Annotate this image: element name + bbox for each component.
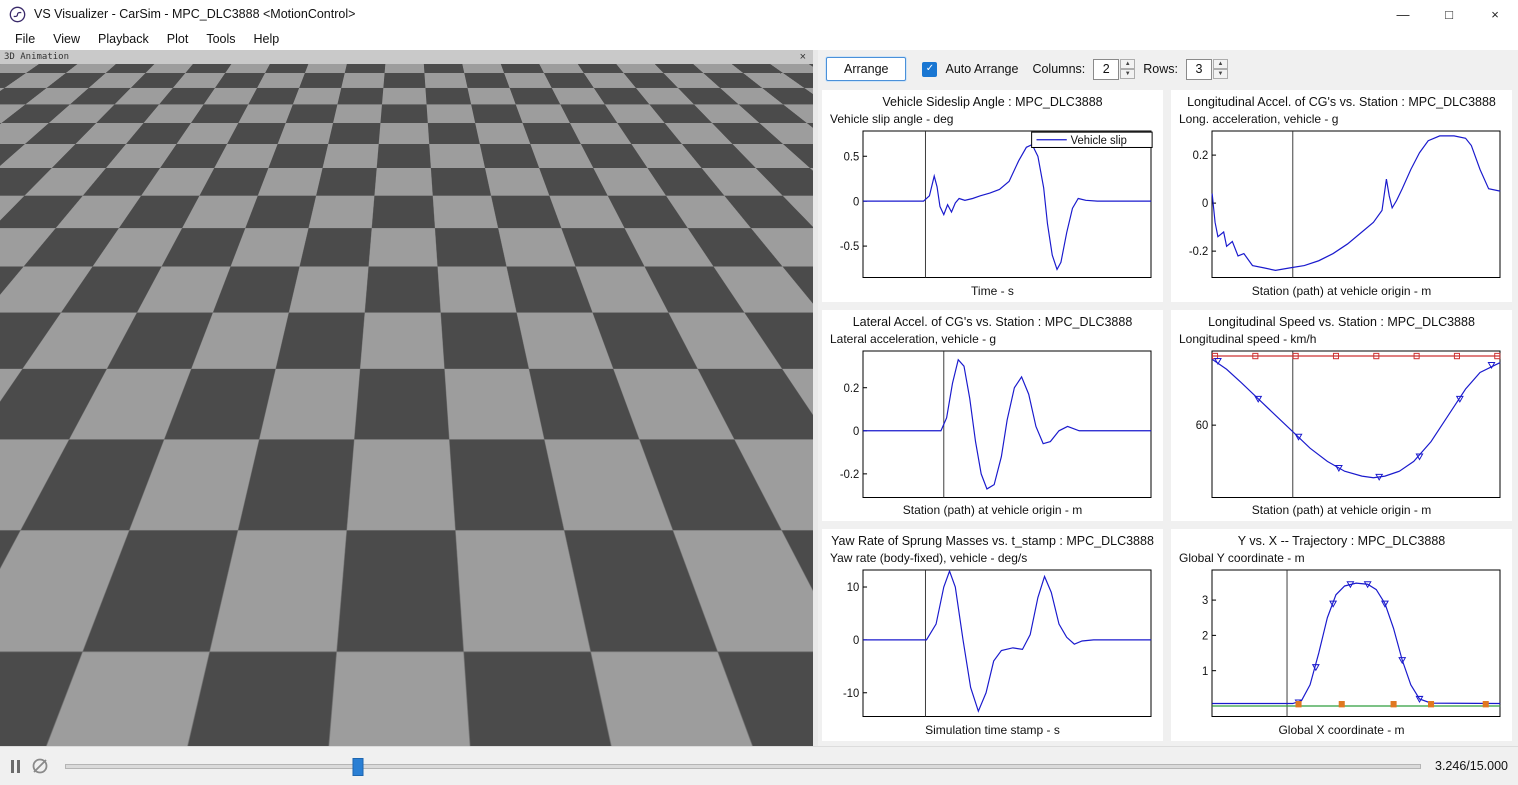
svg-text:3: 3 <box>1202 595 1208 607</box>
chart-panel: Vehicle Sideslip Angle : MPC_DLC3888 Veh… <box>822 90 1163 302</box>
chart-y-axis-title: Longitudinal speed - km/h <box>1179 331 1317 346</box>
chart-plot-area[interactable]: 0.2 0 -0.2 <box>1177 127 1506 283</box>
rows-spin-down-icon[interactable]: ▼ <box>1212 69 1228 79</box>
chart-x-axis-title: Station (path) at vehicle origin - m <box>902 503 1083 518</box>
app-logo-icon <box>9 6 26 22</box>
chart-title: Yaw Rate of Sprung Masses vs. t_stamp : … <box>831 534 1154 549</box>
repeat-off-button[interactable] <box>25 754 55 778</box>
chart-x-axis-title: Station (path) at vehicle origin - m <box>1251 283 1432 298</box>
check-icon: ✓ <box>925 63 935 74</box>
playback-bar: 3.246/15.000 <box>0 746 1518 785</box>
rows-spin-up-icon[interactable]: ▲ <box>1212 59 1228 69</box>
svg-text:0: 0 <box>1202 198 1208 210</box>
chart-x-axis-title: Global X coordinate - m <box>1278 723 1405 737</box>
repeat-off-icon <box>32 758 48 774</box>
chart-x-axis-title: Simulation time stamp - s <box>925 723 1060 737</box>
chart-plot-area[interactable]: 60 <box>1177 347 1506 503</box>
pause-icon <box>11 759 14 773</box>
maximize-button[interactable]: □ <box>1426 0 1472 28</box>
time-display: 3.246/15.000 <box>1435 759 1508 773</box>
chart-x-axis-title: Time - s <box>971 283 1014 298</box>
chart-title: Longitudinal Accel. of CG's vs. Station … <box>1187 95 1496 109</box>
svg-text:-0.5: -0.5 <box>840 241 859 253</box>
chart-plot-area[interactable]: 0.5 0 -0.5 Vehicle slip <box>828 127 1157 283</box>
animation-viewport[interactable] <box>0 64 813 747</box>
pause-button[interactable] <box>6 754 25 778</box>
columns-spin-up-icon[interactable]: ▲ <box>1120 59 1136 69</box>
arrange-button[interactable]: Arrange <box>826 57 907 81</box>
rows-label: Rows: <box>1143 62 1178 76</box>
timeline-slider[interactable] <box>65 756 1421 776</box>
svg-text:0: 0 <box>853 425 859 437</box>
titlebar: VS Visualizer - CarSim - MPC_DLC3888 <Mo… <box>0 0 1518 28</box>
charts-grid: Vehicle Sideslip Angle : MPC_DLC3888 Veh… <box>818 88 1518 747</box>
timeline-thumb[interactable] <box>352 758 364 776</box>
svg-text:Vehicle slip: Vehicle slip <box>1071 135 1127 147</box>
chart-title: Lateral Accel. of CG's vs. Station : MPC… <box>852 314 1133 329</box>
close-button[interactable]: × <box>1472 0 1518 28</box>
svg-text:0.2: 0.2 <box>844 382 860 394</box>
main-area: 3D Animation × Arrange ✓ Auto Arrange Co… <box>0 50 1518 747</box>
menu-item-plot[interactable]: Plot <box>158 30 198 48</box>
chart-x-axis-title: Station (path) at vehicle origin - m <box>1251 503 1432 518</box>
menu-item-help[interactable]: Help <box>245 30 289 48</box>
target-marker-left-icon <box>359 370 363 389</box>
columns-input[interactable]: 2 <box>1093 58 1120 80</box>
rows-spinner: 3 ▲ ▼ <box>1185 58 1228 80</box>
timeline-track[interactable] <box>65 764 1421 769</box>
chart-panel: Longitudinal Accel. of CG's vs. Station … <box>1171 90 1512 302</box>
chart-y-axis-title: Lateral acceleration, vehicle - g <box>830 331 997 346</box>
columns-label: Columns: <box>1032 62 1086 76</box>
vehicle-car <box>359 365 438 405</box>
chart-y-axis-title: Vehicle slip angle - deg <box>830 112 954 126</box>
chart-panel: Yaw Rate of Sprung Masses vs. t_stamp : … <box>822 529 1163 741</box>
chart-plot-area[interactable]: 0.2 0 -0.2 <box>828 347 1157 503</box>
plots-panel: Arrange ✓ Auto Arrange Columns: 2 ▲ ▼ Ro… <box>818 50 1518 747</box>
svg-text:60: 60 <box>1196 420 1208 432</box>
svg-text:2: 2 <box>1202 631 1208 643</box>
auto-arrange-label: Auto Arrange <box>945 62 1019 76</box>
animation-panel-title: 3D Animation <box>4 52 70 62</box>
menu-item-file[interactable]: File <box>6 30 44 48</box>
animation-panel: 3D Animation × <box>0 50 813 747</box>
plot-toolbar: Arrange ✓ Auto Arrange Columns: 2 ▲ ▼ Ro… <box>818 50 1518 88</box>
chart-title: Y vs. X -- Trajectory : MPC_DLC3888 <box>1237 534 1446 549</box>
svg-text:-0.2: -0.2 <box>1189 246 1208 258</box>
chart-panel: Lateral Accel. of CG's vs. Station : MPC… <box>822 309 1163 522</box>
target-marker-right-icon <box>429 370 433 389</box>
window-title: VS Visualizer - CarSim - MPC_DLC3888 <Mo… <box>34 7 356 21</box>
auto-arrange-checkbox[interactable]: ✓ <box>922 61 938 77</box>
menu-item-view[interactable]: View <box>44 30 89 48</box>
menubar: File View Playback Plot Tools Help <box>0 28 1518 51</box>
chart-panel: Y vs. X -- Trajectory : MPC_DLC3888 Glob… <box>1171 529 1512 741</box>
chart-title: Longitudinal Speed vs. Station : MPC_DLC… <box>1208 314 1475 329</box>
svg-text:10: 10 <box>847 582 859 594</box>
minimize-button[interactable]: — <box>1380 0 1426 28</box>
columns-spinner: 2 ▲ ▼ <box>1093 58 1136 80</box>
menu-item-tools[interactable]: Tools <box>197 30 244 48</box>
svg-text:-0.2: -0.2 <box>840 468 859 480</box>
chart-title: Vehicle Sideslip Angle : MPC_DLC3888 <box>882 95 1103 109</box>
chart-y-axis-title: Yaw rate (body-fixed), vehicle - deg/s <box>830 551 1028 566</box>
rows-input[interactable]: 3 <box>1185 58 1212 80</box>
animation-panel-header: 3D Animation × <box>0 50 813 64</box>
chart-y-axis-title: Global Y coordinate - m <box>1179 551 1305 566</box>
chart-plot-area[interactable]: 3 2 1 <box>1177 566 1506 722</box>
svg-text:0: 0 <box>853 196 859 208</box>
svg-text:-10: -10 <box>843 688 859 700</box>
svg-text:1: 1 <box>1202 666 1208 678</box>
columns-spin-down-icon[interactable]: ▼ <box>1120 69 1136 79</box>
chart-y-axis-title: Long. acceleration, vehicle - g <box>1179 112 1339 126</box>
animation-close-button[interactable]: × <box>797 51 809 63</box>
chart-panel: Longitudinal Speed vs. Station : MPC_DLC… <box>1171 309 1512 522</box>
svg-text:0.5: 0.5 <box>844 151 860 163</box>
menu-item-playback[interactable]: Playback <box>89 30 158 48</box>
svg-text:0: 0 <box>853 635 859 647</box>
chart-plot-area[interactable]: 10 0 -10 <box>828 566 1157 722</box>
svg-text:0.2: 0.2 <box>1193 150 1209 162</box>
